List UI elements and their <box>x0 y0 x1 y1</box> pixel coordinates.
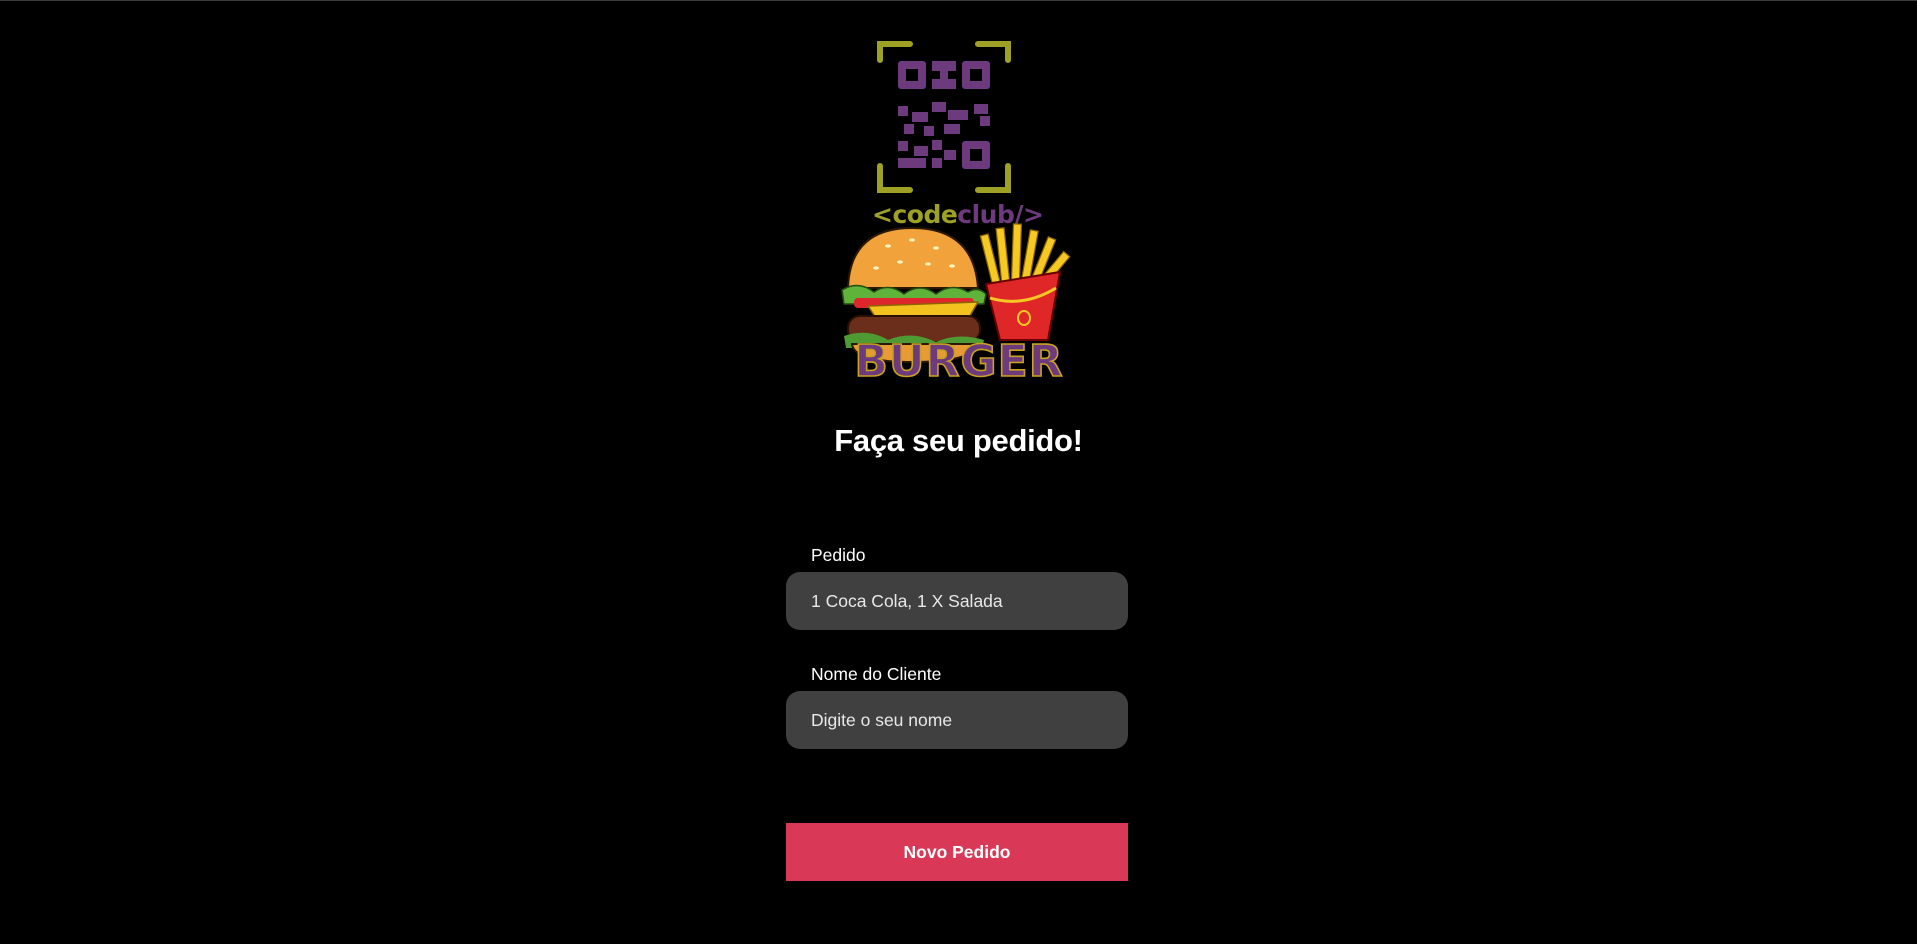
window-top-border <box>0 0 1917 1</box>
codeclub-burger-logo: <codeclub/> BURGER <box>828 36 1090 384</box>
order-input[interactable] <box>786 572 1128 630</box>
logo-code-text: <code <box>872 200 957 229</box>
customer-name-input[interactable] <box>786 691 1128 749</box>
fries-illustration <box>979 223 1071 341</box>
order-label: Pedido <box>811 545 866 565</box>
logo-burger-text: BURGER <box>854 336 1063 384</box>
page-title: Faça seu pedido! <box>834 423 1083 458</box>
customer-name-label: Nome do Cliente <box>811 664 942 684</box>
logo-club-text: club/> <box>957 200 1043 229</box>
new-order-button[interactable]: Novo Pedido <box>786 823 1128 881</box>
